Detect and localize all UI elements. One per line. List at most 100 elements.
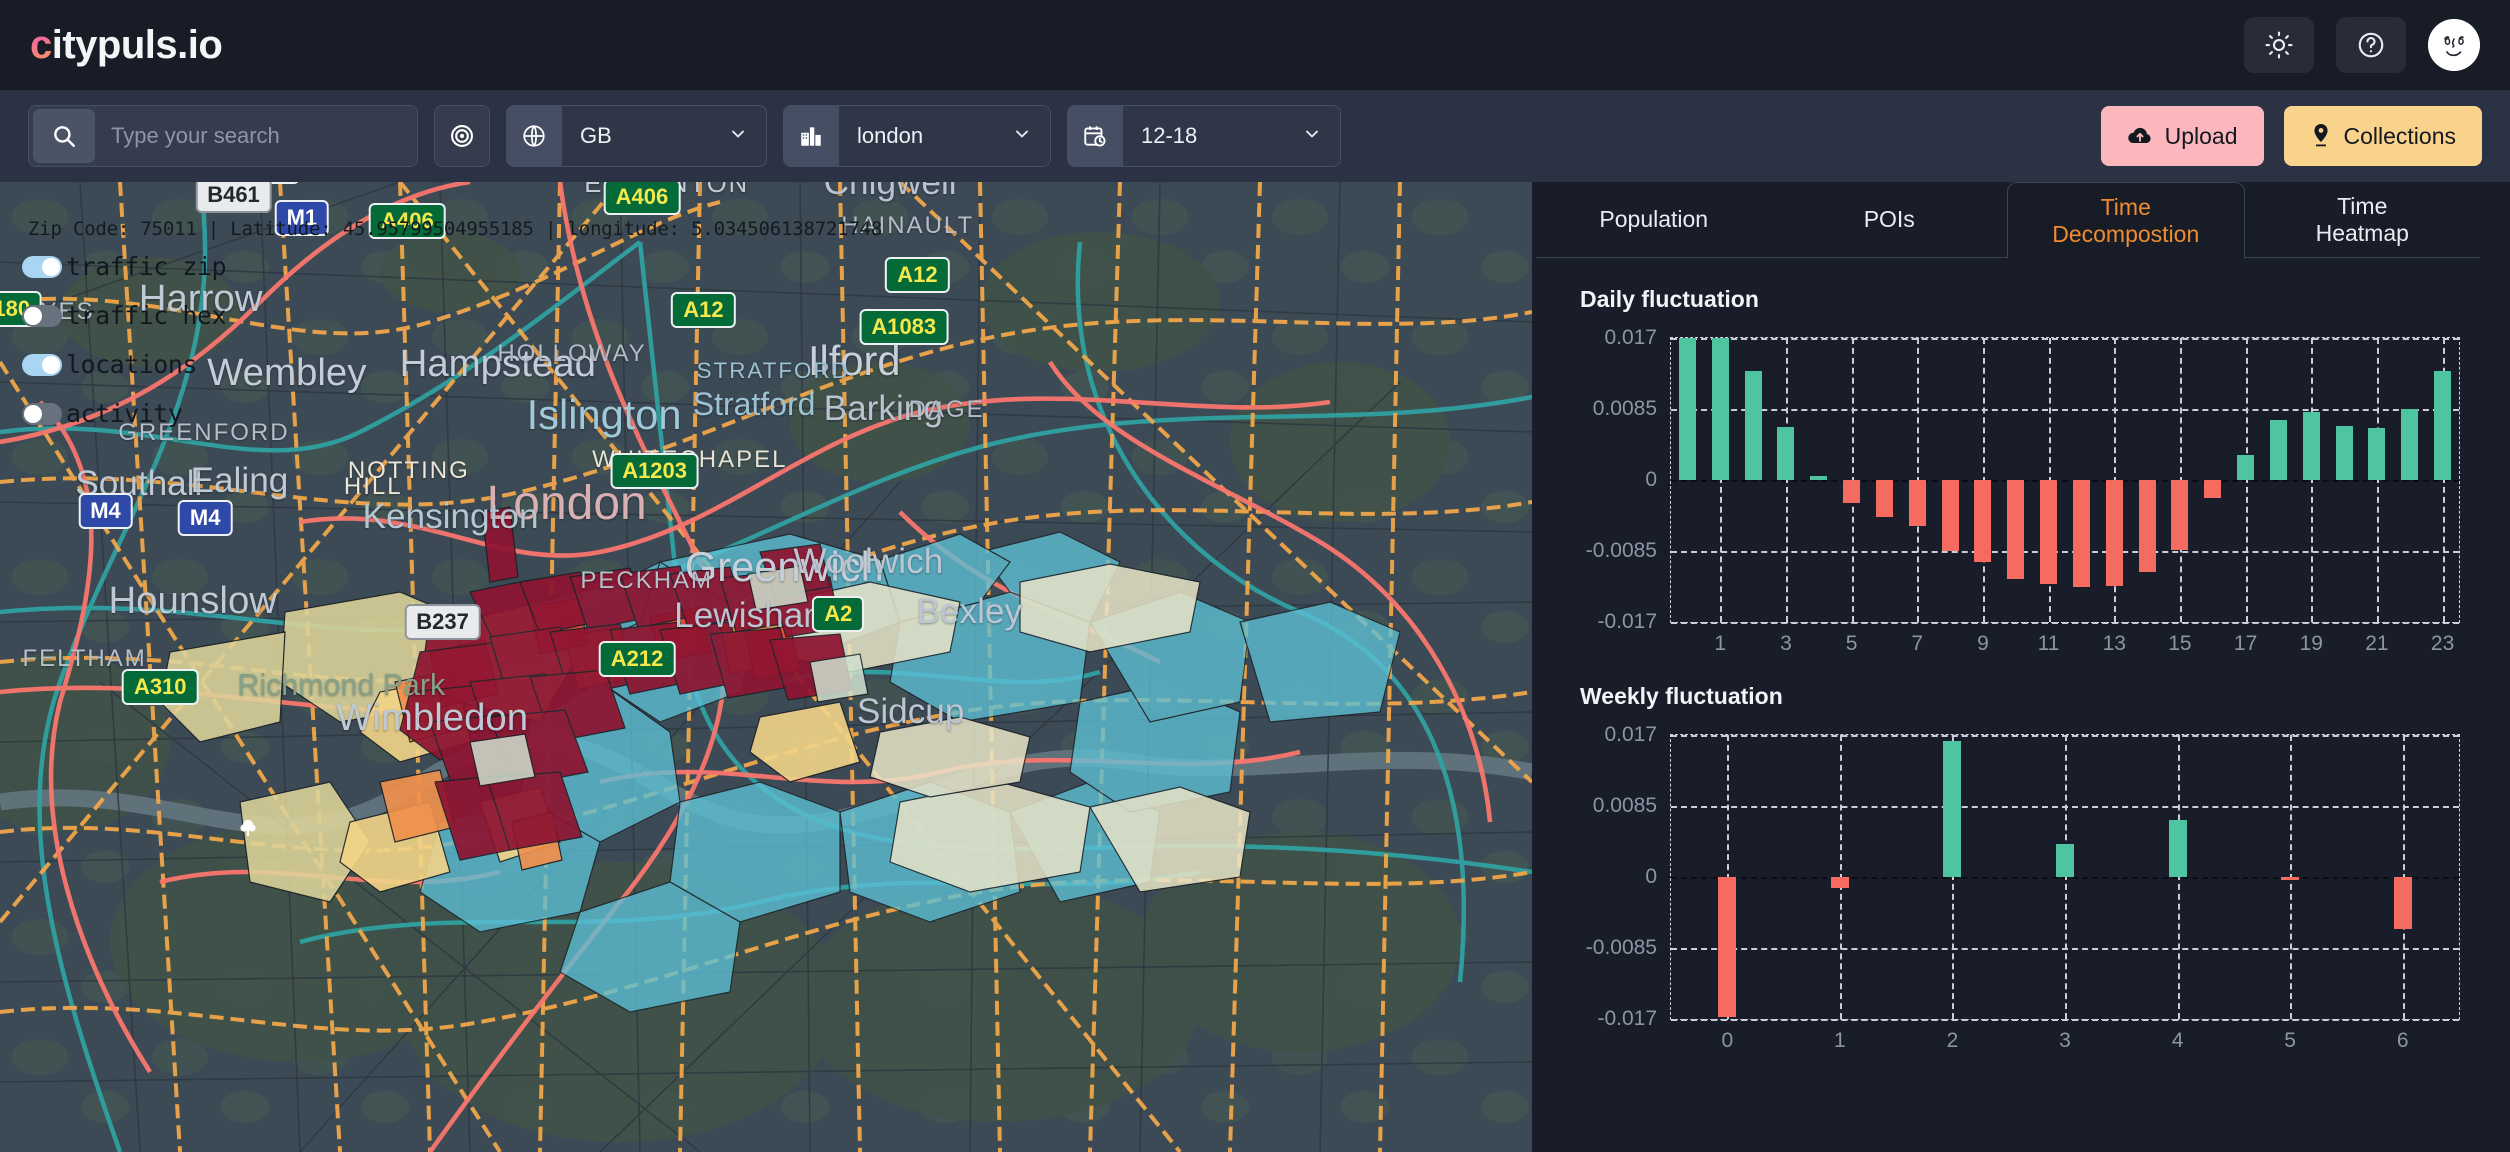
country-select[interactable]: GB <box>562 105 767 167</box>
toggle-switch[interactable] <box>22 353 62 376</box>
layer-toggle-label: activity <box>66 399 183 428</box>
x-axis-tick: 0 <box>1721 1029 1734 1052</box>
chart-bar[interactable] <box>2281 877 2300 880</box>
theme-toggle-button[interactable] <box>2244 17 2314 73</box>
map-pin-icon <box>2313 124 2328 147</box>
map-place-label: Sidcup <box>856 692 965 731</box>
bar-actions: Upload Collections <box>2100 106 2482 166</box>
chart-weekly-fluctuation: Weekly fluctuation 0.017 0.0085 0 -0.0085 -0.… <box>1570 683 2464 1066</box>
layer-toggle-locations[interactable]: locations <box>22 350 226 379</box>
chart-bar[interactable] <box>2204 480 2222 499</box>
map-place-label: Lewisham <box>674 596 833 635</box>
upload-button[interactable]: Upload <box>2100 106 2264 166</box>
chart-bar[interactable] <box>1744 371 1762 480</box>
chart-bar[interactable] <box>2237 454 2255 480</box>
chart-bar[interactable] <box>2401 409 2419 480</box>
grid-line-horizontal <box>1671 338 2459 340</box>
x-axis-tick: 5 <box>1845 632 1858 655</box>
sun-icon <box>2265 31 2293 59</box>
search-container <box>28 105 418 167</box>
y-axis-tick: 0.0085 <box>1592 397 1657 420</box>
globe-icon <box>523 125 545 147</box>
country-filter[interactable]: GB <box>506 105 767 167</box>
tab-population[interactable]: Population <box>1536 182 1772 258</box>
chart-bar[interactable] <box>2434 371 2452 480</box>
x-axis-tick: 3 <box>2059 1029 2071 1052</box>
toggle-knob <box>42 355 60 374</box>
y-axis-tick: -0.017 <box>1597 1007 1657 1030</box>
chart-bar[interactable] <box>1843 480 1861 504</box>
grid-line-vertical <box>2177 735 2180 1019</box>
chart-bar[interactable] <box>1777 427 1795 480</box>
logo-accent-letter: c <box>30 22 52 67</box>
search-input[interactable] <box>95 106 417 166</box>
chart-bar[interactable] <box>2168 820 2187 877</box>
tab-time-decompostion[interactable]: Time Decompostion <box>2007 182 2245 258</box>
chart-bar[interactable] <box>2335 425 2353 480</box>
header-actions <box>2244 17 2480 73</box>
chart-bar[interactable] <box>2072 480 2090 587</box>
chart-bar[interactable] <box>1875 480 1893 517</box>
chart-bar[interactable] <box>2040 480 2058 585</box>
chart-bar[interactable] <box>2105 480 2123 587</box>
city-filter[interactable]: london <box>783 105 1051 167</box>
toggle-switch[interactable] <box>22 402 62 425</box>
x-axis-tick: 15 <box>2168 632 2192 655</box>
chart-bar[interactable] <box>1718 877 1737 1018</box>
layer-toggle-traffic-hex[interactable]: traffic hex <box>22 301 227 330</box>
tab-time-heatmap[interactable]: Time Heatmap <box>2244 182 2480 258</box>
chart-bar[interactable] <box>1678 338 1696 480</box>
chart-bar[interactable] <box>1974 480 1992 562</box>
locate-me-button[interactable] <box>434 105 490 167</box>
chart-bar[interactable] <box>2269 419 2287 480</box>
chart-bar[interactable] <box>2007 480 2025 579</box>
road-shield: B461 <box>195 182 272 213</box>
collections-button[interactable]: Collections <box>2283 106 2482 166</box>
chart-bar[interactable] <box>1943 740 1962 877</box>
time-filter[interactable]: 12-18 <box>1067 105 1341 167</box>
layer-toggle-label: locations <box>66 350 197 379</box>
chart-bar[interactable] <box>1941 480 1959 551</box>
layer-toggle-traffic-zip[interactable]: traffic zip <box>22 252 227 281</box>
map-canvas[interactable] <box>0 182 1532 1152</box>
tab-label: Time Heatmap <box>2315 193 2409 246</box>
chart-bar[interactable] <box>1810 475 1828 480</box>
map-place-label: Stratford <box>692 386 816 422</box>
chart-bar[interactable] <box>2368 428 2386 480</box>
grid-line-vertical <box>2245 338 2248 622</box>
chart-bar[interactable] <box>2055 843 2074 877</box>
road-shield: A310 <box>121 669 199 705</box>
grid-line-horizontal <box>1671 409 2459 411</box>
chart-bar[interactable] <box>2138 480 2156 572</box>
map-place-label: Wembley <box>207 351 367 394</box>
tab-pois[interactable]: POIs <box>1771 182 2007 258</box>
toggle-knob <box>24 306 42 325</box>
app-logo[interactable]: citypuls.io <box>30 22 223 68</box>
map-place-label: Bexley <box>916 592 1023 631</box>
toggle-switch[interactable] <box>22 255 62 278</box>
time-value: 12-18 <box>1141 123 1198 148</box>
y-axis-tick: 0.017 <box>1604 326 1657 349</box>
chart-bar[interactable] <box>2302 412 2320 480</box>
toggle-switch[interactable] <box>22 304 62 327</box>
road-shield: A1083 <box>859 309 949 345</box>
help-button[interactable] <box>2336 17 2406 73</box>
y-axis-tick: -0.0085 <box>1585 936 1657 959</box>
road-shield: A1203 <box>610 453 700 489</box>
user-avatar[interactable] <box>2428 19 2480 71</box>
chart-bar[interactable] <box>1711 338 1729 480</box>
map-place-label: Ealing <box>190 461 289 500</box>
layer-toggle-activity[interactable]: activity <box>22 399 226 428</box>
time-select[interactable]: 12-18 <box>1123 105 1341 167</box>
city-select[interactable]: london <box>839 105 1051 167</box>
chart-bar[interactable] <box>1830 877 1849 888</box>
chart-plot-area: 0.017 0.0085 0 -0.0085 -0.017 0 1 2 3 4 5 6 <box>1570 723 2464 1066</box>
map-view[interactable]: SOUTHGATEEDMONTONChigwellHAINAULTHarrowI… <box>0 182 1532 1152</box>
chart-bar[interactable] <box>1908 480 1926 526</box>
chart-bar[interactable] <box>2171 480 2189 551</box>
calendar-clock-icon <box>1084 126 1106 147</box>
y-axis-tick: -0.017 <box>1597 610 1657 633</box>
chevron-down-icon <box>986 124 1032 149</box>
chart-bar[interactable] <box>2393 877 2412 929</box>
search-button[interactable] <box>33 109 95 163</box>
